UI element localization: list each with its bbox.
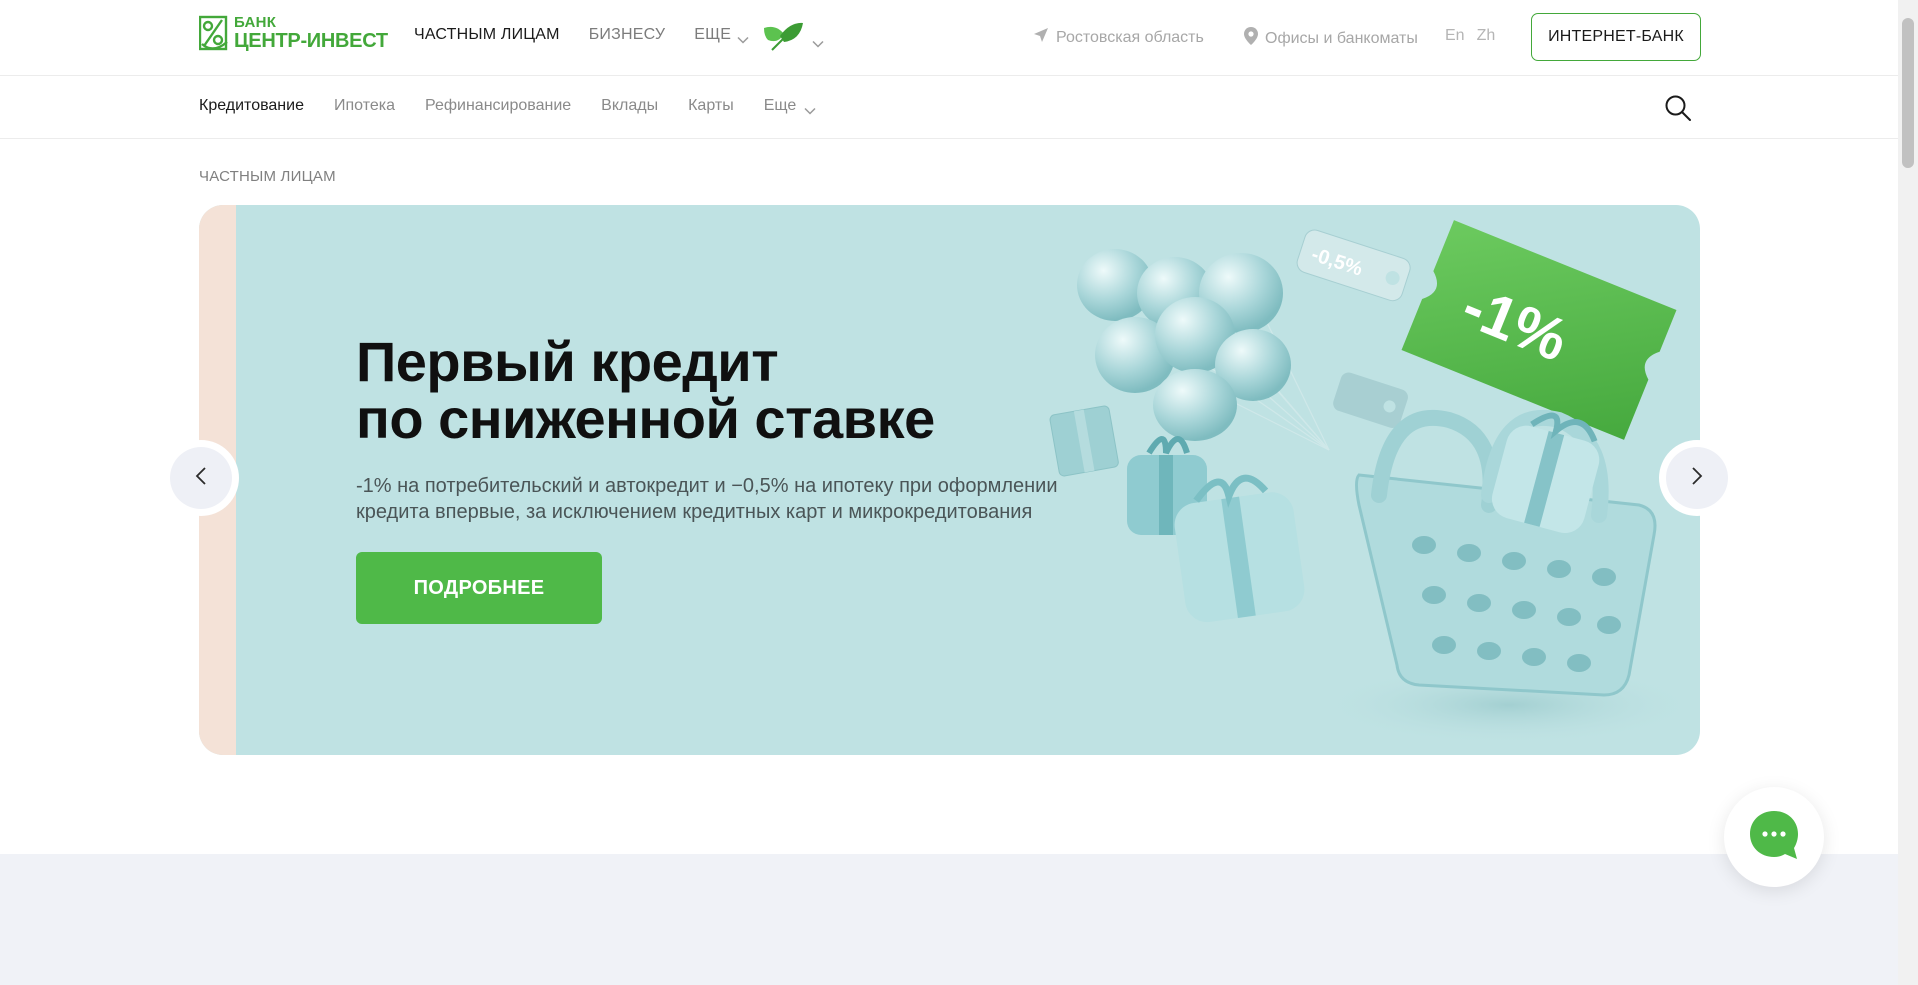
section-nav: Кредитование Ипотека Рефинансирование Вк… [199,97,816,115]
slider-next-button[interactable] [1659,440,1735,516]
chevron-left-icon [195,466,207,491]
navigation-arrow-icon [1033,27,1049,48]
breadcrumb[interactable]: ЧАСТНЫМ ЛИЦАМ [199,168,336,185]
search-icon[interactable] [1664,94,1692,122]
logo-mark-icon [198,14,229,52]
chat-bubble-icon [1748,809,1800,866]
hero-title: Первый кредит по сниженной ставке [356,333,935,447]
hero-slide: Первый кредит по сниженной ставке -1% на… [199,205,1700,755]
details-button[interactable]: ПОДРОБНЕЕ [356,552,602,624]
offices-atms-link[interactable]: Офисы и банкоматы [1244,27,1418,50]
slider-prev-circle [170,447,232,509]
chat-widget-button[interactable] [1724,787,1824,887]
slider-prev-button[interactable] [163,440,239,516]
region-label: Ростовская область [1056,28,1204,46]
slider-next-circle [1666,447,1728,509]
chevron-down-icon [812,35,824,48]
sub-header: Кредитование Ипотека Рефинансирование Вк… [0,77,1898,139]
subnav-more-label: Еще [763,97,797,114]
bank-logo[interactable]: БАНК ЦЕНТР-ИНВЕСТ [198,14,388,52]
chevron-right-icon [1691,466,1703,491]
lang-zh[interactable]: Zh [1477,27,1496,45]
map-pin-icon [1244,27,1258,50]
nav-more-label: ЕЩЕ [694,26,732,43]
hero-title-line-1: Первый кредит [356,330,779,393]
subnav-item-refinancing[interactable]: Рефинансирование [425,97,571,115]
chevron-down-icon [737,31,749,44]
subnav-item-cards[interactable]: Карты [688,97,734,115]
hero-title-line-2: по сниженной ставке [356,387,935,450]
leaf-icon [762,20,804,57]
offices-label: Офисы и банкоматы [1265,29,1418,47]
language-switcher: En Zh [1445,27,1495,45]
subnav-item-crediting[interactable]: Кредитование [199,97,304,115]
subnav-item-mortgage[interactable]: Ипотека [334,97,395,115]
nav-business[interactable]: БИЗНЕСУ [589,26,665,44]
internet-bank-button[interactable]: ИНТЕРНЕТ-БАНК [1531,13,1701,61]
next-section-background [0,854,1898,985]
scrollbar-thumb[interactable] [1902,18,1914,168]
nav-private-clients[interactable]: ЧАСТНЫМ ЛИЦАМ [414,26,560,44]
hero-subtitle: -1% на потребительский и автокредит и −0… [356,475,1058,523]
subnav-item-deposits[interactable]: Вклады [601,97,658,115]
logo-line-1: БАНК [234,14,277,31]
main-nav: ЧАСТНЫМ ЛИЦАМ БИЗНЕСУ ЕЩЕ [414,26,749,44]
chevron-down-icon [804,102,816,115]
region-selector[interactable]: Ростовская область [1033,27,1204,48]
top-header: БАНК ЦЕНТР-ИНВЕСТ ЧАСТНЫМ ЛИЦАМ БИЗНЕСУ … [0,0,1898,76]
logo-line-2: ЦЕНТР-ИНВЕСТ [234,30,388,52]
page-scrollbar[interactable] [1898,0,1918,985]
green-leaf-dropdown[interactable] [762,20,824,57]
subnav-item-more[interactable]: Еще [764,97,817,115]
lang-en[interactable]: En [1445,27,1465,45]
nav-more[interactable]: ЕЩЕ [694,26,749,44]
gifts-balloons-illustration: -0,5% -1% [1049,220,1699,745]
logo-text: БАНК ЦЕНТР-ИНВЕСТ [234,15,388,51]
